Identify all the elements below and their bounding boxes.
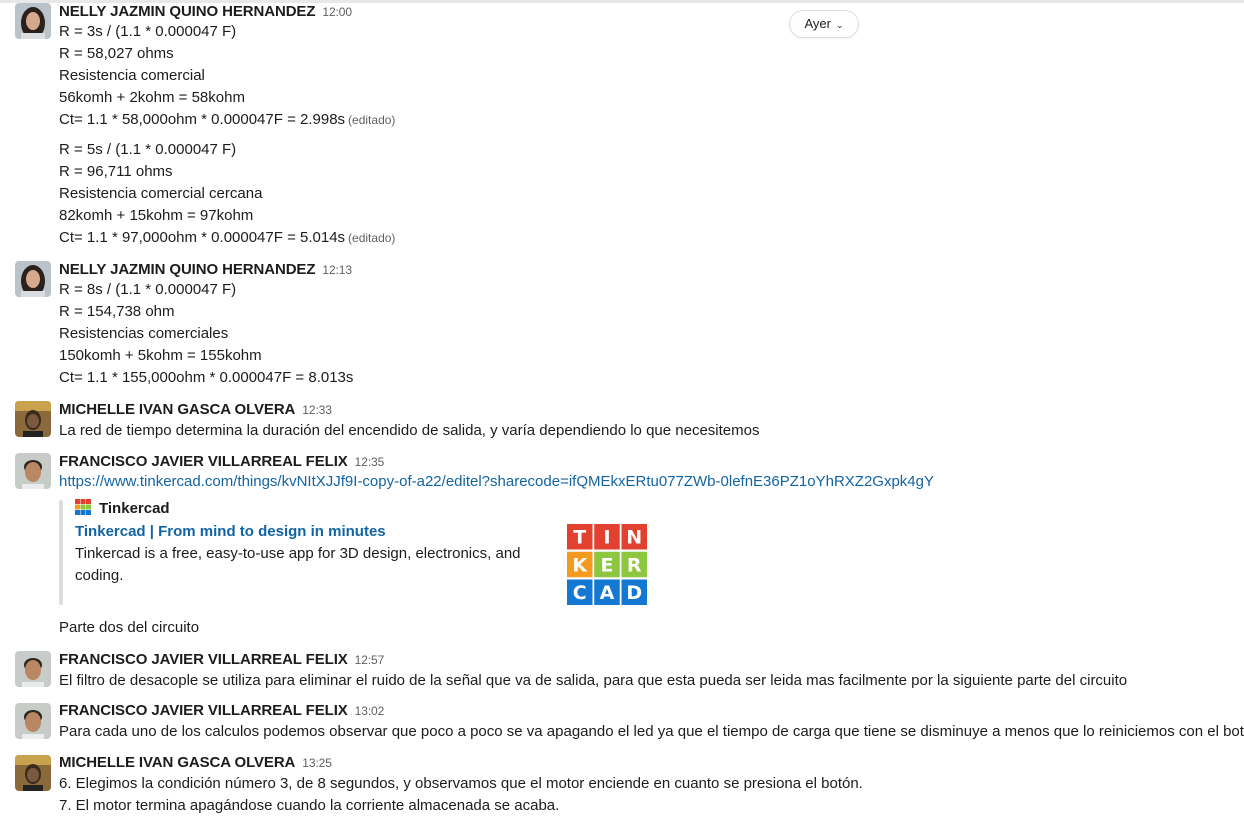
message-time[interactable]: 12:35 (355, 455, 385, 469)
message-time[interactable]: 12:00 (322, 5, 352, 19)
svg-text:K: K (572, 554, 588, 576)
message-text: R = 5s / (1.1 * 0.000047 F) (59, 141, 237, 158)
message-text: Resistencia comercial (59, 67, 205, 84)
avatar[interactable] (15, 401, 51, 437)
avatar[interactable] (15, 261, 51, 297)
svg-text:D: D (626, 582, 642, 604)
tinkercad-favicon-icon (75, 499, 91, 515)
message-text: R = 3s / (1.1 * 0.000047 F) (59, 23, 237, 40)
tinkercad-logo[interactable]: T I N K E R C A D (567, 524, 647, 605)
message-text: 150komh + 5kohm = 155kohm (59, 347, 262, 364)
unfurl-border (59, 500, 63, 605)
avatar[interactable] (15, 453, 51, 489)
message-text: Ct= 1.1 * 155,000ohm * 0.000047F = 8.013… (59, 369, 354, 386)
avatar[interactable] (15, 755, 51, 791)
avatar[interactable] (15, 3, 51, 39)
chevron-down-icon: ⌄ (835, 20, 844, 30)
day-divider-button[interactable]: Ayer ⌄ (789, 10, 859, 38)
svg-text:N: N (626, 527, 642, 549)
message-author[interactable]: NELLY JAZMIN QUINO HERNANDEZ 12:00 (59, 2, 352, 22)
unfurl-title-link[interactable]: Tinkercad | From mind to design in minut… (75, 521, 386, 543)
svg-text:T: T (573, 527, 586, 549)
message-text: Ct= 1.1 * 97,000ohm * 0.000047F = 5.014s… (59, 229, 396, 246)
message-text: Resistencias comerciales (59, 325, 229, 342)
day-divider-label: Ayer (804, 16, 831, 31)
svg-text:E: E (601, 554, 614, 576)
message-time[interactable]: 12:57 (355, 653, 385, 667)
unfurl-site[interactable]: Tinkercad (75, 499, 170, 519)
svg-text:I: I (603, 527, 610, 549)
unfurl-description: Tinkercad is a free, easy-to-use app for… (75, 545, 521, 584)
message-text: El filtro de desacople se utiliza para e… (59, 672, 1128, 689)
message-author[interactable]: FRANCISCO JAVIER VILLARREAL FELIX 12:57 (59, 650, 384, 670)
message-author[interactable]: NELLY JAZMIN QUINO HERNANDEZ 12:13 (59, 260, 352, 280)
message-text: Parte dos del circuito (59, 619, 200, 636)
message-time[interactable]: 12:33 (302, 403, 332, 417)
message-link[interactable]: https://www.tinkercad.com/things/kvNItXJ… (59, 471, 934, 493)
message-text: R = 58,027 ohms (59, 45, 174, 62)
message-text: 6. Elegimos la condición número 3, de 8 … (59, 775, 863, 792)
svg-text:C: C (573, 582, 587, 604)
message-time[interactable]: 13:02 (355, 704, 385, 718)
message-text: 82komh + 15kohm = 97kohm (59, 207, 254, 224)
message-text: 7. El motor termina apagándose cuando la… (59, 797, 560, 814)
message-author[interactable]: MICHELLE IVAN GASCA OLVERA 12:33 (59, 400, 332, 420)
message-author[interactable]: FRANCISCO JAVIER VILLARREAL FELIX 13:02 (59, 701, 384, 721)
message-text: R = 8s / (1.1 * 0.000047 F) (59, 281, 237, 298)
message-text: 56komh + 2kohm = 58kohm (59, 89, 245, 106)
message-time[interactable]: 12:13 (322, 263, 352, 277)
avatar[interactable] (15, 651, 51, 687)
message-text: Resistencia comercial cercana (59, 185, 263, 202)
edited-label: (editado) (348, 231, 396, 245)
message-time[interactable]: 13:25 (302, 756, 332, 770)
message-author[interactable]: MICHELLE IVAN GASCA OLVERA 13:25 (59, 753, 332, 773)
svg-text:R: R (627, 554, 642, 576)
avatar[interactable] (15, 703, 51, 739)
svg-text:A: A (600, 582, 615, 604)
message-author[interactable]: FRANCISCO JAVIER VILLARREAL FELIX 12:35 (59, 452, 384, 472)
message-text: Ct= 1.1 * 58,000ohm * 0.000047F = 2.998s… (59, 111, 396, 128)
message-text: Para cada uno de los calculos podemos ob… (59, 723, 1244, 740)
message-text: R = 154,738 ohm (59, 303, 175, 320)
message-text: R = 96,711 ohms (59, 163, 173, 180)
edited-label: (editado) (348, 113, 396, 127)
message-text: La red de tiempo determina la duración d… (59, 422, 760, 439)
